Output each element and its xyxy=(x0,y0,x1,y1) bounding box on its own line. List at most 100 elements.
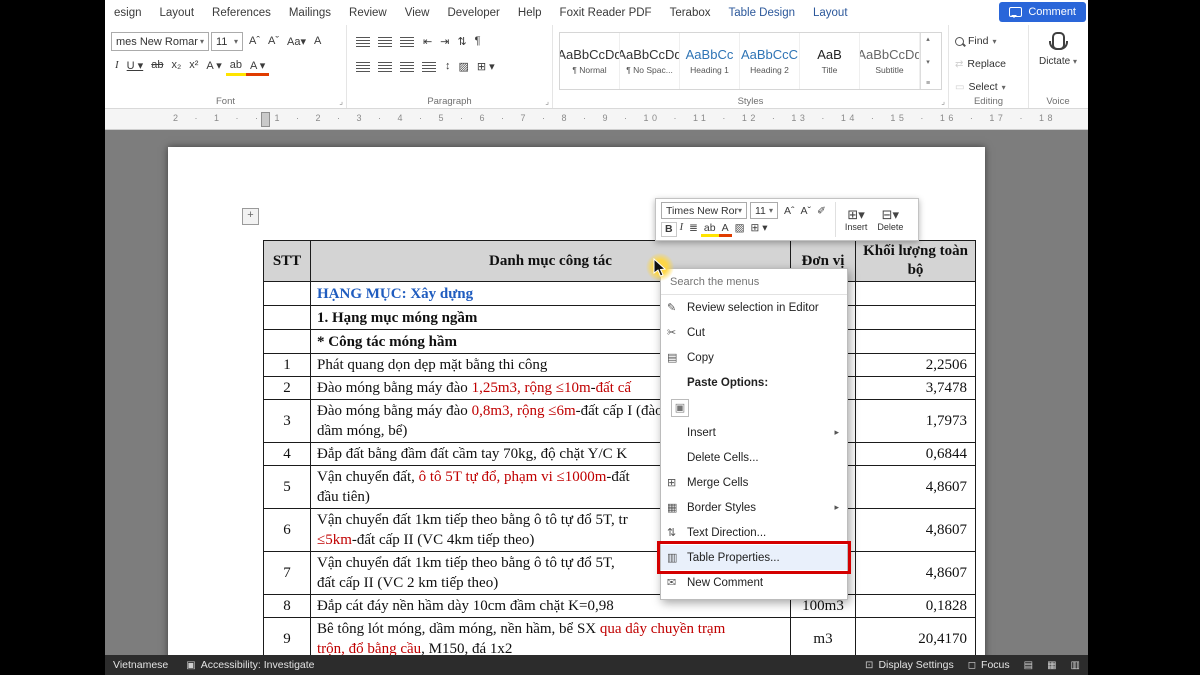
cell-qty[interactable]: 1,7973 xyxy=(856,400,976,443)
font-format-icon[interactable]: A ▾ xyxy=(246,58,269,76)
ribbon-tab[interactable]: References xyxy=(203,7,280,19)
font-tool-icon[interactable]: Aˆ xyxy=(245,34,264,49)
multilevel-list-icon[interactable] xyxy=(400,37,414,47)
comments-button[interactable]: Comment xyxy=(999,2,1086,22)
gallery-expand-icon[interactable]: ≡ xyxy=(926,80,930,87)
cell-stt[interactable]: 6 xyxy=(264,509,311,552)
menu-search-input[interactable] xyxy=(668,275,840,289)
cell-unit[interactable]: m3 xyxy=(791,618,856,656)
table-row[interactable]: 8 Đắp cát đáy nền hầm dày 10cm đầm chặt … xyxy=(264,595,976,618)
cell-qty[interactable]: 4,8607 xyxy=(856,466,976,509)
mini-format-icon[interactable]: ▨ xyxy=(732,222,748,237)
paragraph-tool-icon[interactable]: ⇅ xyxy=(453,34,470,49)
paragraph-format-icon[interactable]: ↕ xyxy=(441,59,455,74)
context-menu-item[interactable]: ✂ Cut ▸ xyxy=(661,320,847,345)
cell-qty[interactable] xyxy=(856,306,976,330)
font-format-icon[interactable]: U ▾ xyxy=(123,58,148,76)
cell-stt[interactable]: 9 xyxy=(264,618,311,656)
mini-insert-button[interactable]: ⊞▾ Insert xyxy=(842,202,871,237)
table-row[interactable]: 3 Đào móng bằng máy đào 0,8m3, rộng ≤6m-… xyxy=(264,400,976,443)
font-format-icon[interactable]: A ▾ xyxy=(202,58,225,76)
focus-button[interactable]: ◻ Focus xyxy=(968,659,1010,671)
mini-format-icon[interactable]: A xyxy=(719,222,732,237)
style-item[interactable]: AaBbCc Heading 1 xyxy=(680,33,740,89)
ruler[interactable]: 2 · 1 · · 1 · 2 · 3 · 4 · 5 · 6 · 7 · 8 … xyxy=(105,109,1088,130)
table-row[interactable]: 1 Phát quang dọn dẹp mặt bằng thi công 2… xyxy=(264,354,976,377)
replace-button[interactable]: ⇄ Replace xyxy=(955,55,1022,73)
ribbon-tab[interactable]: Mailings xyxy=(280,7,340,19)
table-row[interactable]: 7 Vận chuyển đất 1km tiếp theo bằng ô tô… xyxy=(264,552,976,595)
ribbon-tab[interactable]: Foxit Reader PDF xyxy=(551,7,661,19)
mini-font-size-select[interactable]: 11▾ xyxy=(750,202,778,219)
table-row[interactable]: 4 Đắp đất bằng đầm đất cầm tay 70kg, độ … xyxy=(264,443,976,466)
accessibility-status[interactable]: ▣ Accessibility: Investigate xyxy=(186,659,314,671)
context-menu-item[interactable]: Paste Options: ▸ xyxy=(661,370,847,395)
indent-marker[interactable] xyxy=(261,112,270,127)
cell-stt[interactable]: 7 xyxy=(264,552,311,595)
style-item[interactable]: AaBbCcDd ¶ Normal xyxy=(560,33,620,89)
font-format-icon[interactable]: I xyxy=(111,58,123,76)
cell-stt[interactable] xyxy=(264,306,311,330)
paragraph-tool-icon[interactable]: ¶ xyxy=(471,34,485,49)
bullets-icon[interactable] xyxy=(356,37,370,47)
mini-tool-icon[interactable]: ✐ xyxy=(814,205,829,217)
language-status[interactable]: Vietnamese xyxy=(113,659,168,671)
ribbon-tab[interactable]: Terabox xyxy=(661,7,720,19)
context-menu-item[interactable]: ⊞ Merge Cells ▸ xyxy=(661,470,847,495)
ribbon-tab[interactable]: View xyxy=(396,7,439,19)
cell-qty[interactable]: 4,8607 xyxy=(856,509,976,552)
cell-stt[interactable] xyxy=(264,330,311,354)
cell-qty[interactable] xyxy=(856,282,976,306)
print-layout-button[interactable]: ▦ xyxy=(1047,660,1056,671)
ribbon-tab[interactable]: Help xyxy=(509,7,551,19)
cell-qty[interactable]: 3,7478 xyxy=(856,377,976,400)
context-menu-item[interactable]: ✉ New Comment ▸ xyxy=(661,570,847,595)
cell-qty[interactable]: 20,4170 xyxy=(856,618,976,656)
paragraph-tool-icon[interactable]: ⇤ xyxy=(419,34,436,49)
dialog-launcher-icon[interactable]: ⌟ xyxy=(545,97,549,106)
mini-tool-icon[interactable]: Aˆ xyxy=(781,205,798,217)
font-format-icon[interactable]: ab xyxy=(226,58,246,76)
font-format-icon[interactable]: x₂ xyxy=(167,58,185,76)
paragraph-format-icon[interactable]: ⊞ ▾ xyxy=(473,59,499,74)
table-row[interactable]: 2 Đào móng bằng máy đào 1,25m3, rộng ≤10… xyxy=(264,377,976,400)
cell-qty[interactable] xyxy=(856,330,976,354)
font-name-select[interactable]: mes New Romar▾ xyxy=(111,32,209,51)
scroll-down-icon[interactable]: ▾ xyxy=(926,58,930,66)
font-format-icon[interactable]: ab xyxy=(147,58,167,76)
mini-tool-icon[interactable]: Aˇ xyxy=(798,205,815,217)
cell-stt[interactable]: 1 xyxy=(264,354,311,377)
table-row[interactable]: 6 Vận chuyển đất 1km tiếp theo bằng ô tô… xyxy=(264,509,976,552)
dialog-launcher-icon[interactable]: ⌟ xyxy=(941,97,945,106)
read-mode-button[interactable]: ▤ xyxy=(1024,660,1033,671)
context-menu-item[interactable]: ▦ Border Styles ▸ xyxy=(661,495,847,520)
cell-stt[interactable] xyxy=(264,282,311,306)
mini-format-icon[interactable]: ≣ xyxy=(686,222,701,237)
cell-qty[interactable]: 4,8607 xyxy=(856,552,976,595)
font-tool-icon[interactable]: Aa▾ xyxy=(283,34,310,49)
align-left-icon[interactable] xyxy=(356,62,370,72)
table-move-handle-icon[interactable]: + xyxy=(242,208,259,225)
scroll-up-icon[interactable]: ▴ xyxy=(926,35,930,43)
style-item[interactable]: AaBbCcC Heading 2 xyxy=(740,33,800,89)
dialog-launcher-icon[interactable]: ⌟ xyxy=(339,97,343,106)
context-menu-item[interactable]: ▥ Table Properties... ▸ xyxy=(661,545,847,570)
mini-format-icon[interactable]: B xyxy=(661,222,677,237)
font-size-select[interactable]: 11▾ xyxy=(211,32,243,51)
mini-format-icon[interactable]: I xyxy=(677,222,687,237)
menu-search-row[interactable] xyxy=(661,269,847,295)
cell-stt[interactable]: 8 xyxy=(264,595,311,618)
font-tool-icon[interactable]: A xyxy=(310,34,325,49)
font-format-icon[interactable]: x² xyxy=(185,58,202,76)
mini-delete-button[interactable]: ⊟▾ Delete xyxy=(874,202,906,237)
ribbon-tab[interactable]: Layout xyxy=(151,7,204,19)
cell-stt[interactable]: 4 xyxy=(264,443,311,466)
web-layout-button[interactable]: ▥ xyxy=(1071,660,1080,671)
cell-stt[interactable]: 3 xyxy=(264,400,311,443)
find-button[interactable]: Find ▾ xyxy=(955,32,1022,50)
numbering-icon[interactable] xyxy=(378,37,392,47)
ribbon-tab[interactable]: Layout xyxy=(804,7,857,19)
cell-desc[interactable]: Bê tông lót móng, dầm móng, nền hầm, bể … xyxy=(311,618,791,656)
font-tool-icon[interactable]: Aˇ xyxy=(264,34,283,49)
style-item[interactable]: AaBbCcDd Subtitle xyxy=(860,33,920,89)
